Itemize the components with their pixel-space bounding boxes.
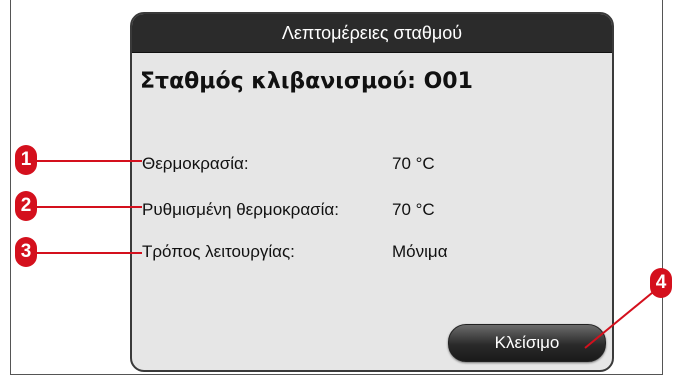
callout-badge-3: 3 (15, 237, 37, 267)
callout-badge-1: 1 (15, 145, 37, 175)
callout-badge-4: 4 (650, 268, 672, 298)
callout-4-leader (584, 287, 659, 349)
callout-badge-2: 2 (15, 191, 37, 221)
